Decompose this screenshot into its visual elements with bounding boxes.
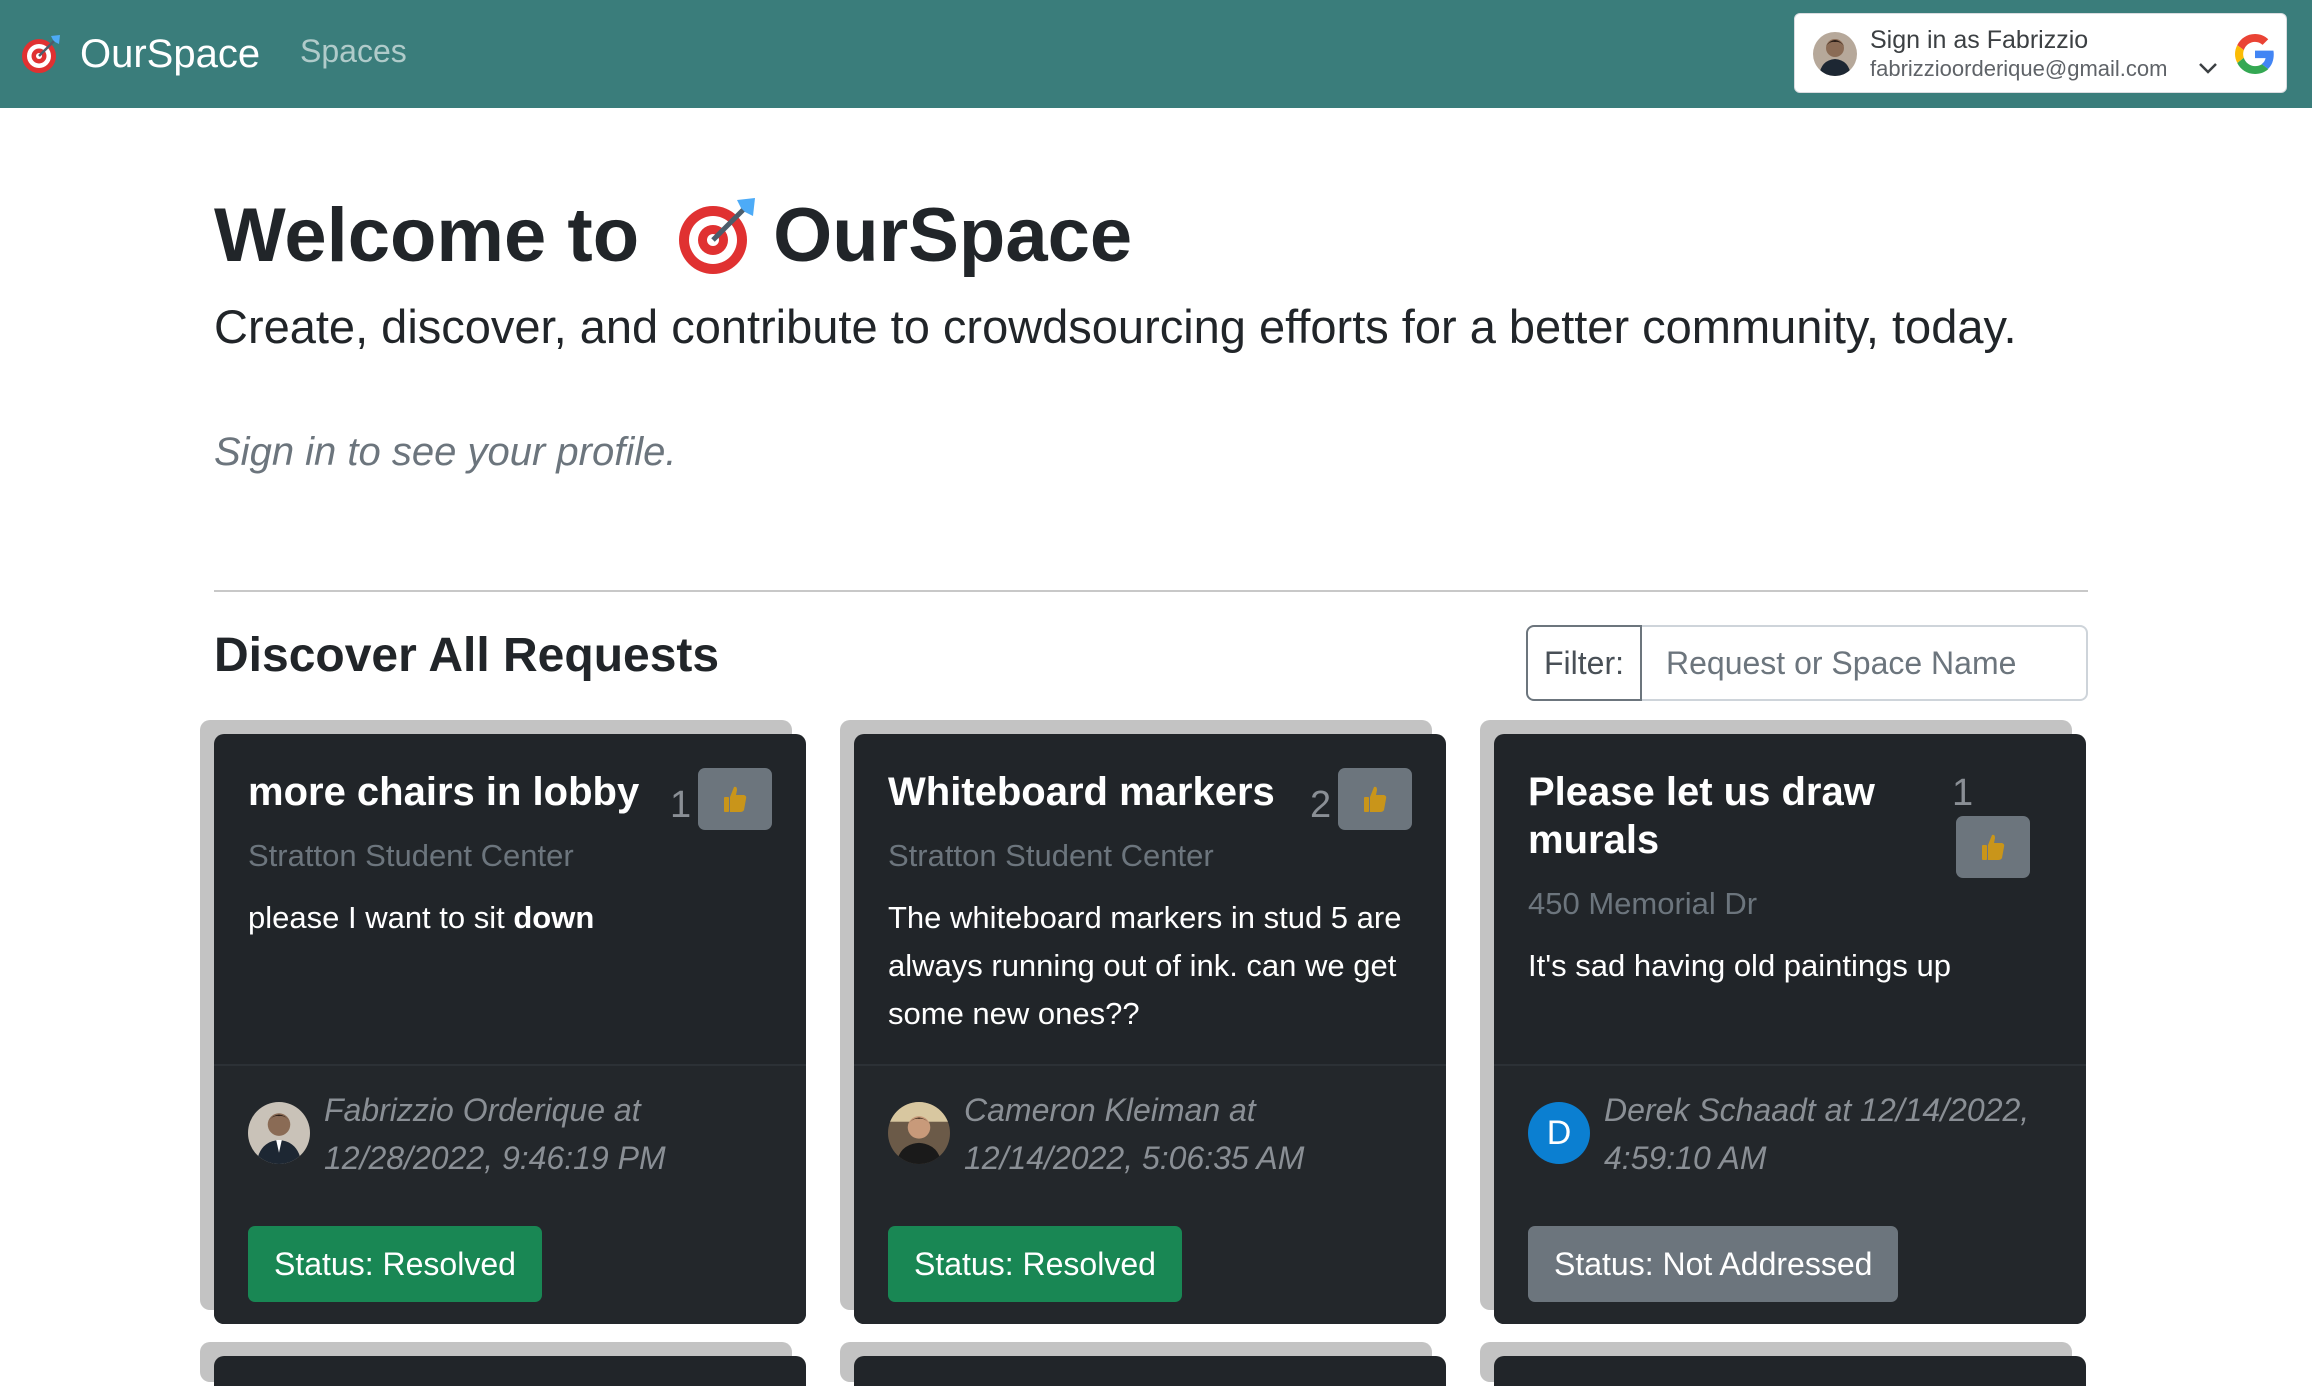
request-body: The whiteboard markers in stud 5 are alw… [888,900,1402,1031]
brand-link[interactable]: OurSpace [20,26,260,82]
request-title: Whiteboard markers [888,770,1275,814]
author-avatar: D [1528,1102,1590,1164]
request-author: Cameron Kleiman at 12/14/2022, 5:06:35 A… [964,1092,1305,1176]
thumbs-up-icon [1982,834,2005,860]
vote-count: 1 [1952,772,1974,814]
request-card [200,1342,806,1386]
thumbs-up-icon [1364,786,1387,812]
request-space: Stratton Student Center [888,838,1214,873]
signin-hint: Sign in to see your profile. [214,430,677,474]
vote-count: 1 [670,784,692,826]
status-badge: Status: Resolved [888,1226,1182,1302]
request-author: Fabrizzio Orderique at 12/28/2022, 9:46:… [324,1092,666,1176]
request-card [1480,1342,2086,1386]
author-avatar [248,1102,310,1164]
nav-link-spaces[interactable]: Spaces [300,33,407,70]
filter-input[interactable] [1642,625,2088,701]
navbar: OurSpace Spaces Sign in as Fabrizzio fab… [0,0,2312,108]
request-card [840,1342,1446,1386]
request-author: Derek Schaadt at 12/14/2022, 4:59:10 AM [1604,1092,2030,1176]
card-footer: Fabrizzio Orderique at 12/28/2022, 9:46:… [214,1064,806,1324]
request-space: Stratton Student Center [248,838,574,873]
thumbs-up-icon [724,786,747,812]
request-space: 450 Memorial Dr [1528,886,1758,921]
brand-name: OurSpace [80,31,261,76]
status-badge: Status: Resolved [248,1226,542,1302]
dart-target-icon [679,197,756,274]
title-brand: OurSpace [773,193,1133,278]
upvote-button[interactable] [1338,768,1412,830]
status-badge: Status: Not Addressed [1528,1226,1899,1302]
author-avatar [888,1102,950,1164]
request-card: more chairs in lobby 1 Stratton Student … [200,720,806,1324]
card-footer: D Derek Schaadt at 12/14/2022, 4:59:10 A… [1494,1064,2086,1324]
signin-name: Sign in as Fabrizzio [1870,26,2089,54]
section-title: Discover All Requests [214,629,720,682]
request-body: please I want to sit down [248,900,595,935]
request-card: Whiteboard markers 2 Stratton Student Ce… [840,720,1446,1324]
signin-email: fabrizzioorderique@gmail.com [1870,56,2168,81]
google-signin-button[interactable]: Sign in as Fabrizzio fabrizzioorderique@… [1794,13,2287,93]
filter-group: Filter: [1526,625,2088,701]
request-title: Please let us draw murals [1528,770,1875,862]
upvote-button[interactable] [1956,816,2030,878]
upvote-button[interactable] [698,768,772,830]
card-footer: Cameron Kleiman at 12/14/2022, 5:06:35 A… [854,1064,1446,1324]
request-body: It's sad having old paintings up [1528,948,1951,983]
google-logo-icon [2235,34,2274,74]
page-subtitle: Create, discover, and contribute to crow… [214,300,2017,353]
user-avatar [1813,32,1857,76]
request-card: Please let us draw murals 1 450 Memorial… [1480,720,2086,1324]
chevron-down-icon [2199,63,2217,74]
divider [214,590,2088,592]
filter-label: Filter: [1526,625,1642,701]
title-prefix: Welcome to [214,193,640,278]
vote-count: 2 [1310,784,1332,826]
request-title: more chairs in lobby [248,770,640,814]
page-title: Welcome to OurSpace [214,192,1132,279]
dart-target-icon [22,35,60,73]
